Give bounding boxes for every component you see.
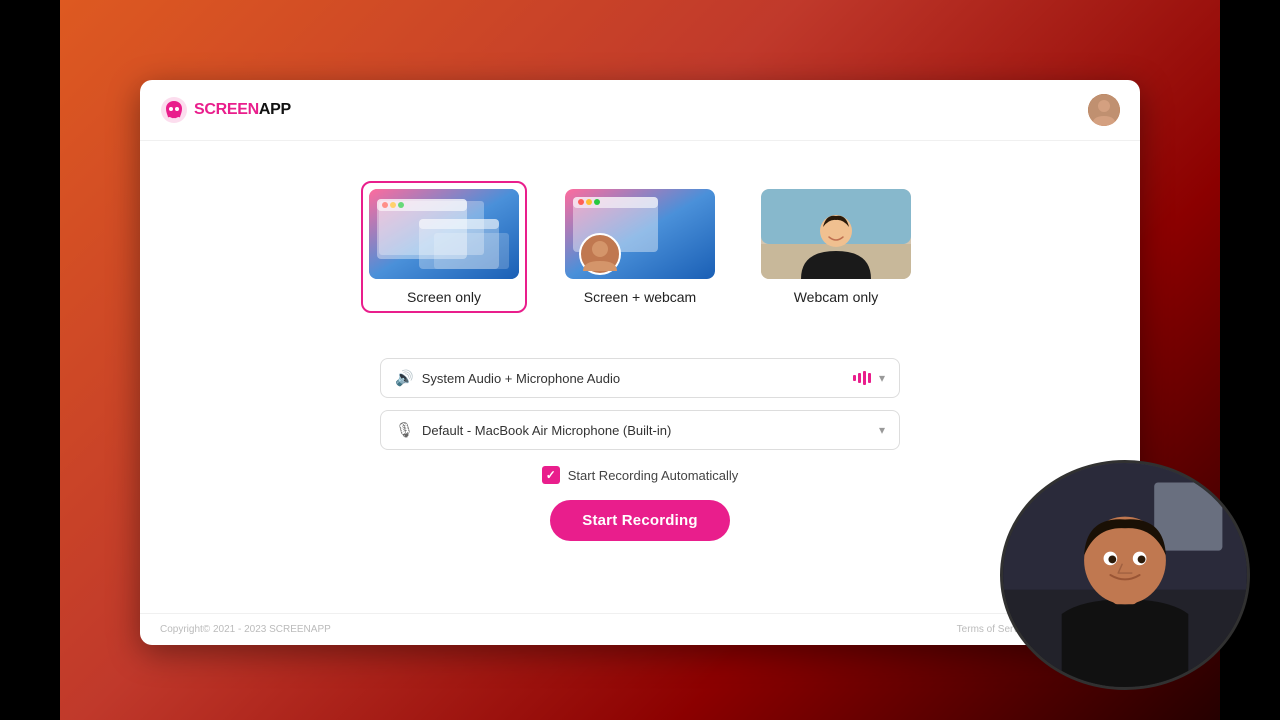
auto-start-checkbox[interactable]: ✓ [542,466,560,484]
mode-thumb-webcam-only [761,189,911,279]
bg-black-left [0,0,60,720]
content: Screen only [140,141,1140,613]
logo-app: APP [259,101,291,118]
system-audio-icon: 🔊 [395,369,414,387]
thumb-screen-only-bg [369,189,519,279]
avatar[interactable] [1088,94,1120,126]
mode-card-webcam-only[interactable]: Webcam only [753,181,919,313]
system-audio-select[interactable]: 🔊 System Audio + Microphone Audio ▾ [380,358,900,398]
microphone-text: Default - MacBook Air Microphone (Built-… [422,423,871,438]
screen-only-illustration [369,189,519,279]
header: SCREENAPP [140,80,1140,141]
mode-label-screen-only: Screen only [407,289,481,305]
microphone-chevron: ▾ [879,423,885,437]
bar-3 [863,371,866,385]
footer-copyright: Copyright© 2021 - 2023 SCREENAPP [160,624,331,635]
logo-icon [160,96,188,124]
bar-1 [853,375,856,381]
system-audio-text: System Audio + Microphone Audio [422,371,845,386]
microphone-select[interactable]: 🎙 Default - MacBook Air Microphone (Buil… [380,410,900,450]
logo: SCREENAPP [160,96,291,124]
mode-label-webcam-only: Webcam only [794,289,879,305]
mode-card-screen-only[interactable]: Screen only [361,181,527,313]
screen-webcam-illustration [565,189,715,279]
bar-2 [858,373,861,383]
main-card: SCREENAPP [140,80,1140,645]
mode-cards: Screen only [361,181,919,313]
auto-start-label: Start Recording Automatically [568,468,739,483]
mode-thumb-screen-only [369,189,519,279]
auto-start-row: ✓ Start Recording Automatically [380,466,900,484]
webcam-only-illustration [761,189,911,279]
audio-level-bars [853,370,871,386]
logo-text: SCREENAPP [194,101,291,119]
webcam-preview [1000,460,1250,690]
avatar-image [1088,94,1120,126]
mode-thumb-screen-webcam [565,189,715,279]
footer: Copyright© 2021 - 2023 SCREENAPP Terms o… [140,613,1140,645]
microphone-icon: 🎙 [395,421,414,439]
mode-card-screen-webcam[interactable]: Screen + webcam [557,181,723,313]
webcam-preview-video [1003,463,1247,687]
logo-screen: SCREEN [194,101,259,118]
checkbox-check-icon: ✓ [546,468,556,482]
bar-4 [868,373,871,383]
start-recording-button[interactable]: Start Recording [550,500,730,541]
system-audio-chevron: ▾ [879,371,885,385]
mode-label-screen-webcam: Screen + webcam [584,289,696,305]
webcam-preview-inner [1003,463,1247,687]
controls: 🔊 System Audio + Microphone Audio ▾ 🎙 De… [380,358,900,484]
